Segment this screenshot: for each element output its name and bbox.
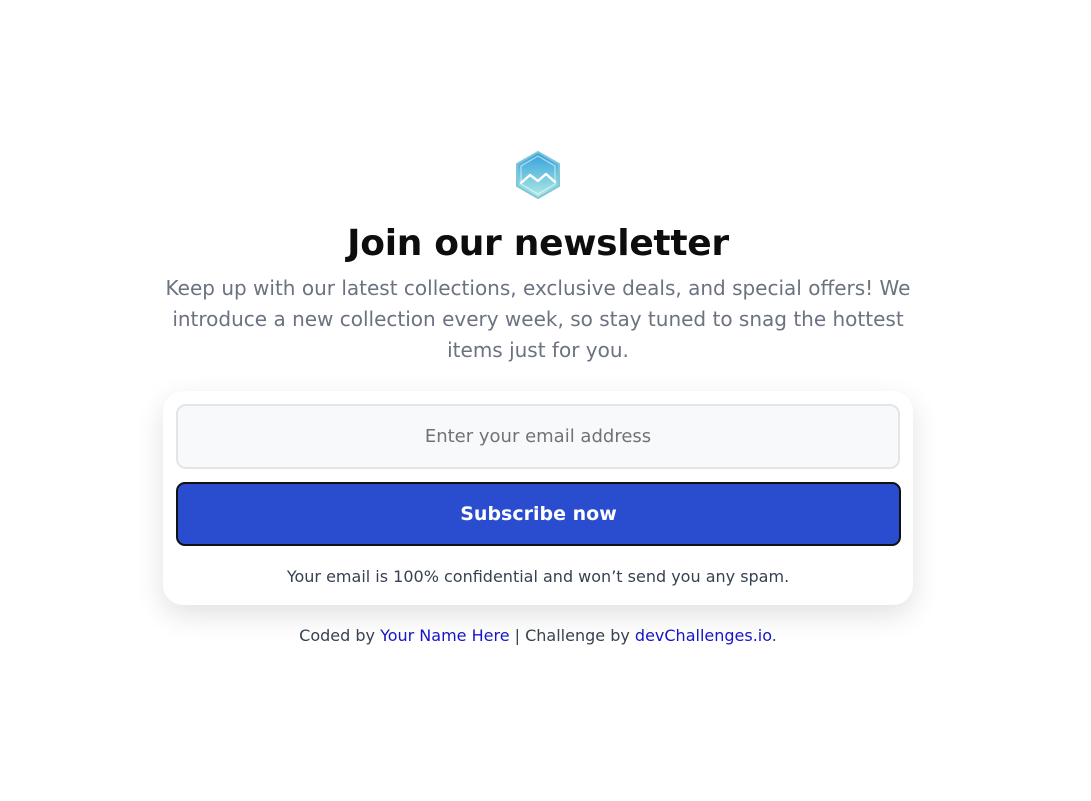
challenge-link[interactable]: devChallenges.io (635, 626, 772, 645)
subscribe-card: Subscribe now Your email is 100% confide… (163, 391, 913, 605)
mountain-hexagon-icon (514, 150, 562, 200)
subscribe-button[interactable]: Subscribe now (176, 482, 901, 546)
author-link[interactable]: Your Name Here (380, 626, 509, 645)
footer-separator: | Challenge by (509, 626, 635, 645)
confidential-note: Your email is 100% confidential and won’… (286, 567, 790, 586)
email-input[interactable] (176, 404, 900, 469)
footer-suffix: . (771, 626, 777, 645)
intro-text: Keep up with our latest collections, exc… (165, 276, 911, 362)
page-title: Join our newsletter (347, 223, 729, 264)
newsletter-page: Join our newsletter Keep up with our lat… (0, 0, 1091, 801)
footer-credits: Coded by Your Name Here | Challenge by d… (0, 626, 1076, 645)
footer-coded-by: Coded by (299, 626, 381, 645)
